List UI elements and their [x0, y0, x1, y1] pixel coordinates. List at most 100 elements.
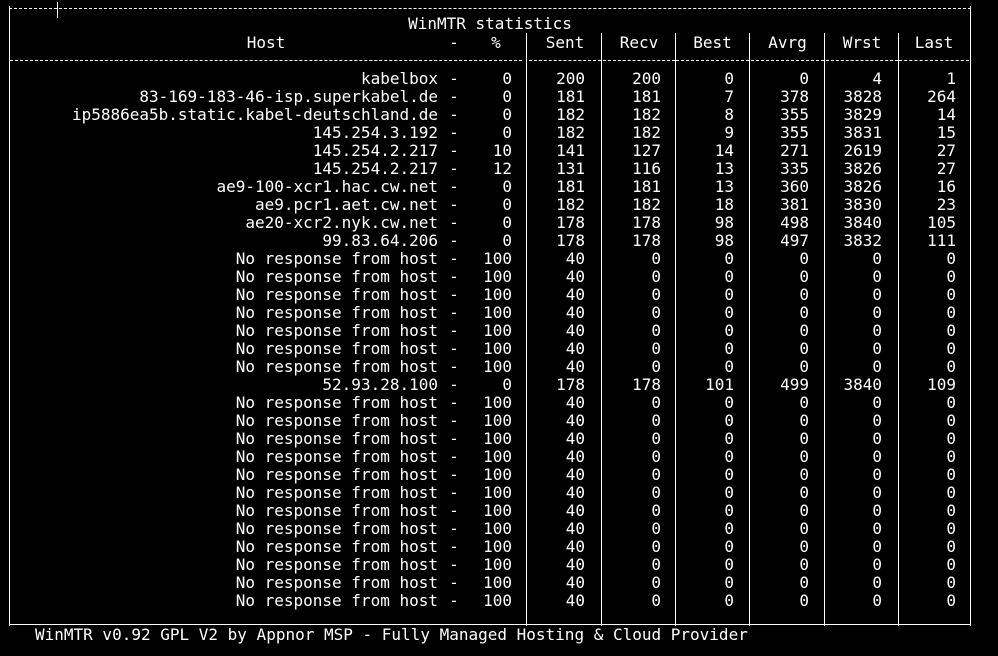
cell-dash: -	[449, 70, 459, 88]
cell-pct: 100	[483, 592, 512, 610]
cell-recv: 0	[651, 466, 661, 484]
table-header-row: Host - % Sent Recv Best Avrg Wrst Last	[0, 34, 998, 52]
cell-last: 0	[946, 322, 956, 340]
cell-dash: -	[449, 484, 459, 502]
cell-sent: 40	[565, 250, 585, 268]
column-divider-4	[749, 33, 750, 626]
cell-wrst: 0	[872, 574, 882, 592]
cell-pct: 100	[483, 538, 512, 556]
cell-recv: 0	[651, 322, 661, 340]
cell-host: 145.254.2.217	[312, 160, 438, 178]
cell-last: 0	[946, 304, 956, 322]
cell-sent: 40	[565, 322, 585, 340]
cell-best: 0	[724, 502, 734, 520]
cell-last: 0	[946, 250, 956, 268]
cell-sent: 40	[565, 520, 585, 538]
cell-pct: 12	[492, 160, 512, 178]
cell-last: 15	[936, 124, 956, 142]
cell-recv: 0	[651, 574, 661, 592]
cell-dash: -	[449, 178, 459, 196]
cell-pct: 0	[502, 88, 512, 106]
cell-sent: 181	[556, 88, 585, 106]
cell-best: 0	[724, 286, 734, 304]
cell-host: No response from host	[235, 574, 438, 592]
cell-wrst: 0	[872, 466, 882, 484]
cell-last: 105	[927, 214, 956, 232]
cell-dash: -	[449, 160, 459, 178]
cell-host: No response from host	[235, 304, 438, 322]
cell-wrst: 0	[872, 358, 882, 376]
cell-last: 111	[927, 232, 956, 250]
cell-pct: 10	[492, 142, 512, 160]
cell-dash: -	[449, 286, 459, 304]
table-row: No response from host - 100 40 0 0 0 0 0	[0, 412, 998, 430]
header-last: Last	[914, 34, 954, 52]
cell-avrg: 355	[780, 106, 809, 124]
cell-best: 98	[714, 232, 734, 250]
cell-last: 1	[946, 70, 956, 88]
cell-host: No response from host	[235, 556, 438, 574]
cell-host: ip5886ea5b.static.kabel-deutschland.de	[71, 106, 438, 124]
cell-best: 0	[724, 358, 734, 376]
cell-pct: 100	[483, 574, 512, 592]
cell-wrst: 0	[872, 394, 882, 412]
table-row: No response from host - 100 40 0 0 0 0 0	[0, 574, 998, 592]
cell-last: 0	[946, 574, 956, 592]
cell-best: 0	[724, 340, 734, 358]
header-percent: %	[491, 34, 501, 52]
cell-wrst: 0	[872, 430, 882, 448]
cell-last: 0	[946, 484, 956, 502]
cell-pct: 100	[483, 484, 512, 502]
cell-host: No response from host	[235, 466, 438, 484]
table-row: kabelbox - 0 200 200 0 0 4 1	[0, 70, 998, 88]
cell-recv: 0	[651, 268, 661, 286]
cell-avrg: 0	[799, 412, 809, 430]
cell-last: 0	[946, 592, 956, 610]
cell-avrg: 0	[799, 304, 809, 322]
cell-avrg: 0	[799, 340, 809, 358]
cell-sent: 40	[565, 394, 585, 412]
cell-recv: 0	[651, 286, 661, 304]
cell-wrst: 3830	[843, 196, 882, 214]
cell-wrst: 0	[872, 286, 882, 304]
cell-sent: 178	[556, 376, 585, 394]
cell-avrg: 0	[799, 250, 809, 268]
cell-recv: 0	[651, 394, 661, 412]
cell-sent: 141	[556, 142, 585, 160]
cell-dash: -	[449, 412, 459, 430]
cell-dash: -	[449, 448, 459, 466]
header-dash: -	[449, 34, 459, 52]
cell-avrg: 497	[780, 232, 809, 250]
cell-host: No response from host	[235, 538, 438, 556]
cell-best: 0	[724, 304, 734, 322]
bottom-border-last	[899, 624, 970, 625]
cell-pct: 100	[483, 322, 512, 340]
table-row: No response from host - 100 40 0 0 0 0 0	[0, 358, 998, 376]
cell-pct: 100	[483, 358, 512, 376]
cell-wrst: 3840	[843, 376, 882, 394]
table-row: ae20-xcr2.nyk.cw.net - 0 178 178 98 498 3840 105	[0, 214, 998, 232]
table-row: No response from host - 100 40 0 0 0 0 0	[0, 322, 998, 340]
cell-wrst: 0	[872, 592, 882, 610]
cell-host: No response from host	[235, 502, 438, 520]
cell-dash: -	[449, 376, 459, 394]
column-divider-2	[601, 33, 602, 626]
cell-avrg: 0	[799, 430, 809, 448]
cell-dash: -	[449, 232, 459, 250]
header-separator-last	[899, 60, 969, 61]
cell-last: 16	[936, 178, 956, 196]
cell-avrg: 0	[799, 358, 809, 376]
cell-best: 7	[724, 88, 734, 106]
cell-wrst: 0	[872, 484, 882, 502]
table-row: 145.254.3.192- 0 182 182 9 355 3831 15	[0, 124, 998, 142]
cell-avrg: 355	[780, 124, 809, 142]
cell-host: No response from host	[235, 448, 438, 466]
cell-last: 27	[936, 142, 956, 160]
cell-wrst: 3840	[843, 214, 882, 232]
header-separator-avrg	[751, 60, 824, 61]
cell-dash: -	[449, 304, 459, 322]
bottom-border-avrg	[750, 624, 824, 625]
cell-best: 9	[724, 124, 734, 142]
cell-avrg: 0	[799, 538, 809, 556]
table-row: ip5886ea5b.static.kabel-deutschland.de - 0…	[0, 106, 998, 124]
